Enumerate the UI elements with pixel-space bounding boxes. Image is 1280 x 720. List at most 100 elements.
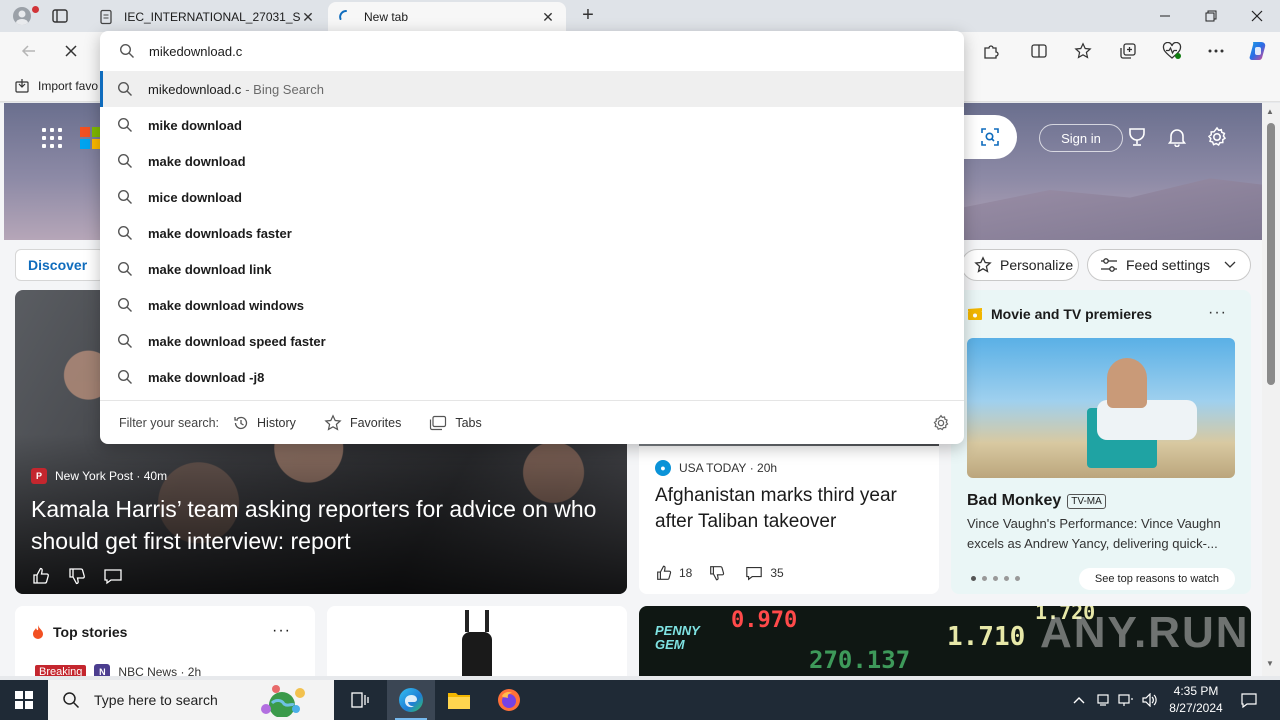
filter-history-button[interactable]: History bbox=[233, 415, 296, 431]
story-headline[interactable]: Kamala Harris’ team asking reporters for… bbox=[31, 493, 611, 557]
edge-taskbar-button[interactable] bbox=[387, 680, 435, 720]
close-window-button[interactable] bbox=[1234, 0, 1280, 32]
suggestion-item[interactable]: make download link bbox=[100, 251, 964, 287]
stock-ticker-value: 1.710 bbox=[947, 622, 1026, 652]
search-icon bbox=[116, 296, 134, 314]
tabs-icon bbox=[430, 415, 447, 430]
close-tab-icon[interactable]: ✕ bbox=[300, 9, 316, 26]
movie-premieres-card[interactable]: Movie and TV premieres ··· Bad Monkey TV… bbox=[951, 290, 1251, 594]
more-options-icon[interactable]: ··· bbox=[272, 622, 291, 640]
page-scrollbar[interactable]: ▲ ▼ bbox=[1262, 103, 1280, 676]
visual-search-icon bbox=[980, 128, 999, 146]
firefox-icon bbox=[498, 689, 520, 711]
notification-center-button[interactable] bbox=[1234, 680, 1264, 720]
tray-device-icon[interactable] bbox=[1093, 680, 1113, 720]
new-tab-button[interactable]: + bbox=[576, 4, 600, 28]
tab-actions-button[interactable] bbox=[48, 6, 72, 26]
favorites-button[interactable] bbox=[1068, 37, 1098, 65]
chevron-down-icon bbox=[1224, 261, 1236, 268]
browser-essentials-button[interactable] bbox=[1157, 37, 1187, 65]
suggestion-item[interactable]: make download windows bbox=[100, 287, 964, 323]
volume-button[interactable] bbox=[1139, 680, 1161, 720]
network-button[interactable] bbox=[1116, 680, 1136, 720]
see-reasons-button[interactable]: See top reasons to watch bbox=[1079, 568, 1235, 590]
more-options-icon[interactable]: ··· bbox=[1208, 304, 1227, 322]
filter-tabs-button[interactable]: Tabs bbox=[429, 415, 482, 431]
suggestion-item[interactable]: make download bbox=[100, 143, 964, 179]
sign-in-button[interactable]: Sign in bbox=[1039, 124, 1123, 152]
suggestion-item[interactable]: mikedownload.c - Bing Search bbox=[100, 71, 964, 107]
close-icon bbox=[1251, 10, 1263, 22]
source-name: NBC News bbox=[118, 665, 178, 676]
product-card[interactable] bbox=[327, 606, 627, 676]
import-icon bbox=[15, 79, 29, 93]
collections-button[interactable] bbox=[1113, 37, 1143, 65]
comment-count: 35 bbox=[770, 566, 784, 580]
minimize-button[interactable] bbox=[1142, 0, 1188, 32]
visual-search-button[interactable] bbox=[962, 115, 1017, 159]
address-input[interactable]: mikedownload.c bbox=[100, 31, 964, 71]
carousel-dots[interactable] bbox=[971, 576, 1020, 581]
source-name: New York Post bbox=[55, 469, 134, 483]
discover-tab[interactable]: Discover bbox=[15, 249, 105, 281]
suggestion-item[interactable]: mike download bbox=[100, 107, 964, 143]
breaking-badge: Breaking bbox=[35, 665, 87, 676]
suggestion-item[interactable]: make downloads faster bbox=[100, 215, 964, 251]
page-settings-button[interactable] bbox=[1205, 125, 1229, 149]
stop-loading-button[interactable] bbox=[56, 37, 86, 65]
restore-button[interactable] bbox=[1188, 0, 1234, 32]
tab-new-tab[interactable]: New tab ✕ bbox=[328, 2, 566, 32]
copilot-button[interactable] bbox=[1243, 37, 1273, 65]
app-launcher-icon[interactable] bbox=[42, 128, 62, 148]
close-tab-icon[interactable]: ✕ bbox=[540, 9, 556, 26]
thumbs-up-icon[interactable] bbox=[655, 564, 673, 582]
star-icon bbox=[324, 413, 342, 431]
nbc-news-logo-icon: N bbox=[94, 664, 111, 676]
heartbeat-icon bbox=[1162, 42, 1182, 59]
scroll-up-icon[interactable]: ▲ bbox=[1266, 107, 1274, 116]
filter-favorites-button[interactable]: Favorites bbox=[324, 413, 401, 432]
notifications-button[interactable] bbox=[1165, 125, 1189, 149]
feed-settings-button[interactable]: Feed settings bbox=[1087, 249, 1251, 281]
scrollbar-thumb[interactable] bbox=[1267, 123, 1275, 385]
start-button[interactable] bbox=[0, 680, 48, 720]
search-icon bbox=[116, 188, 134, 206]
show-hidden-icons-button[interactable] bbox=[1068, 680, 1090, 720]
thumbs-down-icon[interactable] bbox=[708, 564, 726, 582]
suggestion-item[interactable]: mice download bbox=[100, 179, 964, 215]
split-screen-button[interactable] bbox=[1024, 37, 1054, 65]
taskbar-search-box[interactable]: Type here to search bbox=[48, 680, 334, 720]
suggestion-item[interactable]: make download speed faster bbox=[100, 323, 964, 359]
tab-iec-document[interactable]: IEC_INTERNATIONAL_27031_STANDARD ✕ bbox=[88, 2, 326, 32]
top-stories-card[interactable]: Top stories ··· Breaking N NBC News · 2h bbox=[15, 606, 315, 676]
settings-menu-button[interactable] bbox=[1201, 37, 1231, 65]
import-favorites-button[interactable]: Import favo bbox=[14, 78, 98, 94]
show-title[interactable]: Bad Monkey bbox=[967, 492, 1061, 510]
profile-button[interactable] bbox=[8, 4, 39, 28]
thumbs-up-icon[interactable] bbox=[31, 566, 51, 586]
extensions-button[interactable] bbox=[976, 37, 1006, 65]
filter-label: Filter your search: bbox=[119, 415, 220, 430]
star-icon bbox=[1074, 42, 1092, 59]
rewards-button[interactable] bbox=[1125, 125, 1149, 149]
comment-icon[interactable] bbox=[103, 566, 123, 586]
suggestion-item[interactable]: make download -j8 bbox=[100, 359, 964, 395]
device-icon bbox=[1097, 694, 1109, 706]
scroll-down-icon[interactable]: ▼ bbox=[1266, 659, 1274, 668]
copilot-icon bbox=[1249, 42, 1266, 60]
clapperboard-icon bbox=[968, 308, 982, 320]
search-settings-gear-icon[interactable] bbox=[932, 414, 950, 432]
loading-spinner-icon bbox=[339, 10, 347, 20]
back-button[interactable] bbox=[14, 37, 44, 65]
thumbs-down-icon[interactable] bbox=[67, 566, 87, 586]
suggestion-text: mike download bbox=[148, 117, 242, 133]
comment-icon[interactable] bbox=[744, 564, 764, 582]
address-input-value[interactable]: mikedownload.c bbox=[149, 44, 242, 59]
firefox-button[interactable] bbox=[485, 680, 533, 720]
task-view-button[interactable] bbox=[336, 680, 384, 720]
import-favorites-label: Import favo bbox=[38, 79, 99, 93]
file-explorer-button[interactable] bbox=[435, 680, 483, 720]
story-headline[interactable]: Afghanistan marks third year after Talib… bbox=[655, 483, 925, 535]
personalize-button[interactable]: Personalize bbox=[961, 249, 1079, 281]
taskbar-clock[interactable]: 4:35 PM 8/27/2024 bbox=[1160, 683, 1232, 717]
